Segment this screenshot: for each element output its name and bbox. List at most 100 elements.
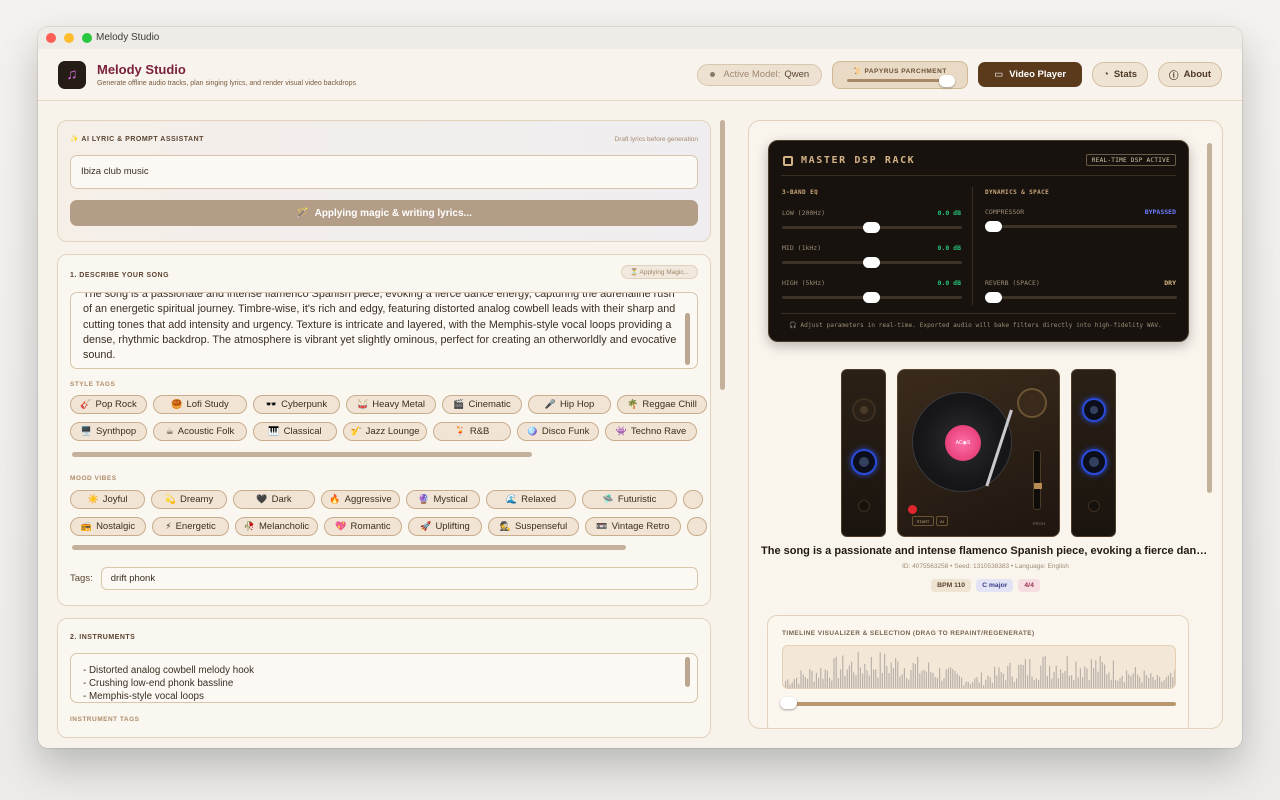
tag-chip[interactable]: 🕵️ Suspenseful [488,517,579,536]
instruments-textarea[interactable]: - Distorted analog cowbell melody hook -… [70,653,698,703]
tag-chip[interactable]: 🍹 R&B [433,422,511,441]
theme-slider-knob[interactable] [939,74,956,87]
tag-chip[interactable]: ☕ Acoustic Folk [153,422,247,441]
ai-button[interactable]: AI [936,516,948,526]
eq-high-knob[interactable] [863,292,880,303]
eq-mid-knob[interactable] [863,257,880,268]
tag-emoji-icon: ☀️ [87,494,99,504]
selection-track[interactable] [786,702,1176,706]
tag-chip[interactable]: 💖 Romantic [324,517,402,536]
waveform-bar [848,665,850,688]
tag-chip[interactable]: 🛸 Futuristic [582,490,677,509]
tag-chip[interactable]: 🎤 Hip Hop [528,395,611,414]
zoom-window-button[interactable] [82,33,92,43]
start-button[interactable]: START [912,516,934,526]
reverb-knob[interactable] [985,292,1002,303]
waveform-bar [824,669,826,688]
preview-panel: MASTER DSP RACK REAL-TIME DSP ACTIVE 3-B… [748,120,1223,729]
tag-label: Futuristic [617,494,657,505]
eq-label: 3-BAND EQ [782,189,819,196]
dsp-footer-divider [781,313,1176,314]
theme-slider-track[interactable] [847,78,954,82]
waveform-bar [842,655,844,688]
app-logo-icon: ♫ [58,60,86,89]
tag-chip[interactable]: 📼 Vintage Retro [585,517,681,536]
tag-chip[interactable]: 🔮 Mystical [406,490,480,509]
about-button[interactable]: ⓘ About [1158,62,1222,87]
tag-chip[interactable]: 🕶️ Cyberpunk [253,395,340,414]
tag-chip[interactable]: 🥀 Melancholic [235,517,318,536]
vinyl-record: AC◉S [912,392,1012,492]
tag-chip[interactable]: 🥁 Heavy Metal [346,395,436,414]
tag-chip[interactable] [687,517,707,536]
waveform[interactable] [782,645,1176,689]
eq-low-label: LOW (200Hz) [782,209,826,217]
reverb-slider[interactable] [985,296,1177,299]
eq-high-value: 0.0 dB [937,279,961,287]
tag-chip[interactable]: ⚡ Energetic [152,517,229,536]
video-player-button[interactable]: ▭ Video Player [978,62,1083,87]
preview-scrollbar[interactable] [1207,143,1212,493]
mood-tags-scrollbar[interactable] [72,545,626,550]
waveform-bar [1002,673,1004,688]
tag-chip[interactable]: 🎸 Pop Rock [70,395,147,414]
waveform-bar [873,669,875,688]
tag-chip[interactable]: 🥮 Lofi Study [153,395,247,414]
tag-emoji-icon: 🖥️ [80,426,93,436]
tags-input[interactable]: drift phonk [100,567,698,590]
stats-button[interactable]: ◔ Stats [1092,62,1149,87]
tag-chip[interactable]: 👾 Techno Rave [605,422,697,441]
waveform-bar [851,661,853,688]
eq-mid-label: MID (1kHz) [782,244,822,252]
waveform-bar [857,651,859,688]
write-lyrics-label: Applying magic & writing lyrics... [314,207,472,219]
tag-emoji-icon: 🔥 [329,494,341,504]
waveform-bar [1165,677,1167,688]
eq-low-knob[interactable] [863,222,880,233]
waveform-bar [967,681,969,688]
pitch-slider[interactable] [1033,450,1042,510]
tag-chip[interactable]: 💫 Dreamy [151,490,227,509]
selection-handle[interactable] [780,697,797,709]
waveform-bar [1145,675,1147,688]
waveform-bar [1172,677,1174,688]
tag-chip[interactable]: 🖥️ Synthpop [70,422,147,441]
eq-low-value: 0.0 dB [937,209,961,217]
tag-chip[interactable]: 🔥 Aggressive [321,490,400,509]
tag-chip[interactable]: 🌴 Reggae Chill [617,395,707,414]
record-label: AC◉S [945,425,981,461]
close-window-button[interactable] [46,33,56,43]
tag-chip[interactable]: 🎷 Jazz Lounge [343,422,427,441]
model-value: Qwen [784,69,810,80]
tag-chip[interactable]: 🌊 Relaxed [486,490,576,509]
description-scrollbar[interactable] [685,313,690,365]
waveform-bar [1066,656,1068,688]
tag-chip[interactable]: 🪩 Disco Funk [517,422,599,441]
tag-chip[interactable]: 🎹 Classical [253,422,337,441]
composer-scrollbar[interactable] [720,120,725,390]
theme-selector[interactable]: 📜 PAPYRUS PARCHMENT [832,60,969,89]
minimize-window-button[interactable] [64,33,74,43]
tag-chip[interactable]: 🖤 Dark [233,490,315,509]
waveform-bar [811,670,813,688]
lyric-prompt-input[interactable]: Ibiza club music [70,155,698,189]
describe-label: 1. DESCRIBE YOUR SONG [70,272,170,279]
instruments-scrollbar[interactable] [685,657,690,687]
song-description-textarea[interactable]: The song is a passionate and intense fla… [70,292,698,369]
waveform-bar [1112,660,1114,688]
tag-chip[interactable]: 📻 Nostalgic [70,517,146,536]
tag-chip[interactable]: ☀️ Joyful [70,490,145,509]
write-lyrics-button[interactable]: 🪄 Applying magic & writing lyrics... [70,200,698,226]
compressor-slider[interactable] [985,225,1177,228]
eq-mid-value: 0.0 dB [937,244,961,252]
waveform-bar [897,661,899,688]
style-tags-scrollbar[interactable] [72,452,532,457]
waveform-bar [1033,679,1035,688]
tag-chip[interactable]: 🎬 Cinematic [442,395,522,414]
tag-chip[interactable] [683,490,703,509]
compressor-knob[interactable] [985,221,1002,232]
master-dsp-rack: MASTER DSP RACK REAL-TIME DSP ACTIVE 3-B… [768,140,1189,342]
reverb-label: REVERB (SPACE) [985,279,1040,287]
waveform-bar [1174,670,1175,688]
tag-chip[interactable]: 🚀 Uplifting [408,517,482,536]
